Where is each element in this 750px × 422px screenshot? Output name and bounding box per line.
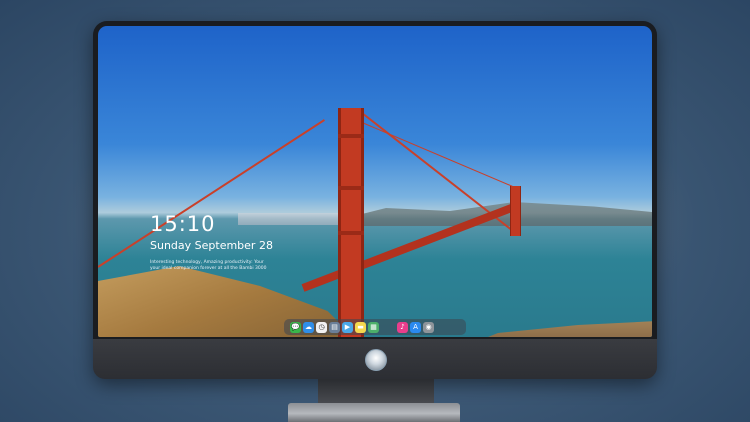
music-icon[interactable]: ♪ [397,321,408,333]
monitor-stand-base [288,403,460,422]
bridge-tower-crossbar [338,134,364,138]
lockscreen-date: Sunday September 28 [150,239,273,252]
bridge-cable-far [361,122,519,190]
brand-logo-icon [365,349,387,371]
finder-icon[interactable]: ☁ [303,321,314,333]
bridge-tower-far [510,186,521,236]
video-icon[interactable]: ▶ [342,321,353,333]
messages-icon[interactable]: 💬 [290,321,301,333]
dock: 💬 ☁ ◷ ▤ ▶ ▬ ▦ ♪ A ◉ [284,319,466,335]
monitor-stand-neck [318,379,434,405]
files-icon[interactable]: ▤ [329,321,340,333]
bridge-tower-main [338,108,364,337]
bridge-tower-crossbar [338,231,364,235]
bridge-tower-crossbar [338,186,364,190]
notes-icon[interactable]: ▬ [355,321,366,333]
lockscreen-message-line: your ideal companion forever at all the … [150,266,267,271]
screen-wallpaper: 15:10 Sunday September 28 Interesting te… [98,26,652,337]
lockscreen-time: 15:10 [150,212,216,236]
gallery-icon[interactable]: ▦ [368,321,379,333]
monitor: 15:10 Sunday September 28 Interesting te… [93,21,657,379]
clock-icon[interactable]: ◷ [316,321,327,333]
camera-icon[interactable]: ◉ [423,321,434,333]
appstore-icon[interactable]: A [410,321,421,333]
lockscreen-message: Interesting technology, Amazing producti… [150,260,290,272]
right-hill [458,321,652,337]
